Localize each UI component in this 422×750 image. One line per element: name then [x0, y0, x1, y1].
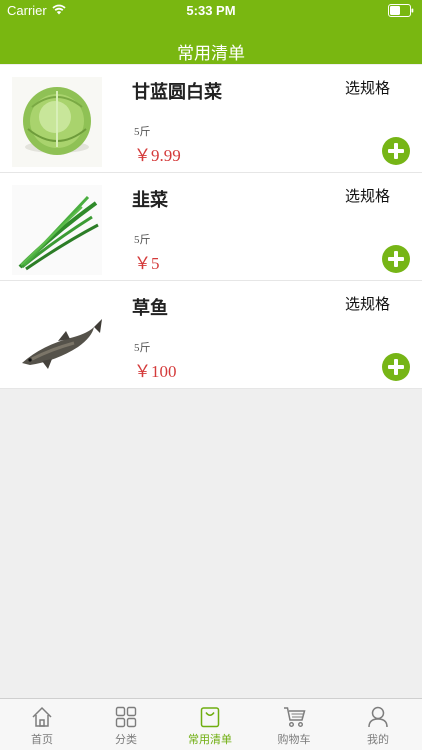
- product-name: 甘蓝圆白菜: [132, 82, 222, 103]
- user-icon: [368, 706, 388, 728]
- product-price: ￥100: [134, 362, 177, 381]
- battery-icon: [388, 4, 414, 17]
- add-to-cart-button[interactable]: [382, 137, 410, 165]
- home-icon: [32, 706, 52, 727]
- clock: 5:33 PM: [186, 3, 236, 18]
- shopping-bag-icon: [200, 707, 220, 728]
- add-to-cart-button[interactable]: [382, 245, 410, 273]
- tab-favorites-list[interactable]: 常用清单: [168, 699, 252, 750]
- tab-category[interactable]: 分类: [84, 699, 168, 750]
- tab-cart[interactable]: 购物车: [252, 699, 336, 750]
- tab-label: 首页: [31, 733, 53, 746]
- select-spec-button[interactable]: 选规格: [345, 77, 390, 98]
- tab-bar: 首页 分类 常用清单 购物车 我的: [0, 698, 422, 750]
- product-unit: 5斤: [134, 126, 151, 138]
- product-unit: 5斤: [134, 342, 151, 354]
- add-to-cart-button[interactable]: [382, 353, 410, 381]
- product-name: 草鱼: [132, 298, 168, 319]
- cart-icon: [284, 707, 306, 728]
- product-name: 韭菜: [132, 190, 168, 211]
- product-row[interactable]: 草鱼 选规格 5斤 ￥100: [0, 281, 422, 389]
- chives-icon: [12, 185, 102, 275]
- tab-label: 购物车: [277, 733, 311, 746]
- tab-label: 我的: [367, 733, 389, 746]
- product-row[interactable]: 韭菜 选规格 5斤 ￥5: [0, 173, 422, 281]
- tab-label: 常用清单: [188, 733, 232, 746]
- tab-home[interactable]: 首页: [0, 699, 84, 750]
- product-list: 甘蓝圆白菜 选规格 5斤 ￥9.99 韭菜 选规格 5斤 ￥5 草鱼 选规格 5…: [0, 65, 422, 389]
- tab-profile[interactable]: 我的: [336, 699, 420, 750]
- select-spec-button[interactable]: 选规格: [345, 293, 390, 314]
- fish-icon: [12, 293, 102, 383]
- product-price: ￥5: [134, 254, 160, 273]
- status-bar: Carrier 5:33 PM: [0, 0, 422, 22]
- grid-icon: [115, 706, 137, 728]
- product-unit: 5斤: [134, 234, 151, 246]
- cabbage-icon: [12, 77, 102, 167]
- select-spec-button[interactable]: 选规格: [345, 185, 390, 206]
- tab-label: 分类: [115, 733, 137, 746]
- product-price: ￥9.99: [134, 146, 181, 165]
- page-title: 常用清单: [177, 44, 245, 64]
- product-row[interactable]: 甘蓝圆白菜 选规格 5斤 ￥9.99: [0, 65, 422, 173]
- nav-header: Carrier 5:33 PM 常用清单: [0, 0, 422, 64]
